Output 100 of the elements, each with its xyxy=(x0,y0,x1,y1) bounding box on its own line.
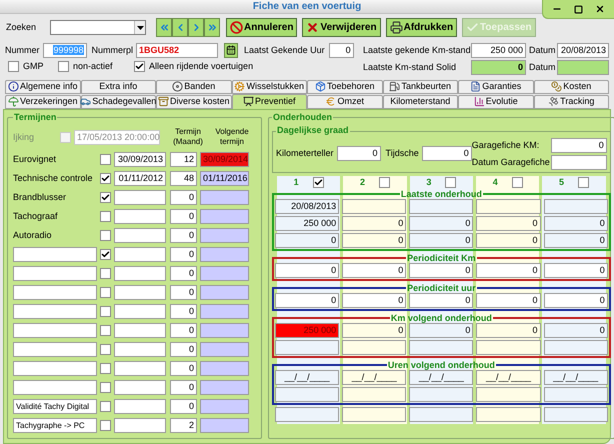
input-field[interactable] xyxy=(409,386,474,402)
input-field[interactable]: 0 xyxy=(170,228,197,244)
input-field[interactable]: 0 xyxy=(170,266,197,282)
input-field[interactable] xyxy=(114,304,166,320)
input-field[interactable]: 0 xyxy=(544,322,608,338)
input-field[interactable] xyxy=(13,342,97,358)
input-field[interactable]: 20/08/2013 xyxy=(275,198,340,214)
input-field[interactable]: 0 xyxy=(409,216,474,231)
checkbox[interactable] xyxy=(100,249,111,260)
input-field[interactable] xyxy=(200,323,249,338)
input-field[interactable] xyxy=(550,154,607,170)
input-field[interactable]: 0 xyxy=(409,322,474,338)
input-field[interactable]: 01/11/2012 xyxy=(114,171,166,186)
tab[interactable]: Algemene info xyxy=(5,80,80,94)
input-field[interactable] xyxy=(13,304,97,320)
checkbox[interactable] xyxy=(100,325,111,336)
checkbox[interactable] xyxy=(100,306,111,318)
input-field[interactable]: Validité Tachy Digital xyxy=(13,399,97,414)
input-field[interactable]: 1BGU582 xyxy=(136,42,218,58)
checkbox[interactable] xyxy=(58,61,69,72)
input-field[interactable] xyxy=(544,386,608,402)
input-field[interactable]: 0 xyxy=(170,380,197,396)
tab[interactable]: Wisselstukken xyxy=(232,80,307,94)
input-field[interactable] xyxy=(476,386,541,402)
input-field[interactable]: 0 xyxy=(476,232,541,248)
input-field[interactable] xyxy=(114,228,166,244)
input-field[interactable]: 0 xyxy=(170,304,197,320)
input-field[interactable] xyxy=(13,247,97,262)
checkbox[interactable] xyxy=(379,177,390,188)
tab[interactable]: Kosten xyxy=(534,80,609,94)
input-field[interactable] xyxy=(13,266,97,282)
input-field[interactable]: 0 xyxy=(476,216,541,231)
input-field[interactable] xyxy=(200,361,249,376)
input-field[interactable] xyxy=(275,406,340,422)
input-field[interactable] xyxy=(342,406,406,422)
input-field[interactable]: 0 xyxy=(342,322,406,338)
checkbox[interactable] xyxy=(100,363,111,374)
input-field[interactable]: 0 xyxy=(544,262,608,278)
input-field[interactable]: 0 xyxy=(409,262,474,278)
input-field[interactable] xyxy=(200,418,249,434)
checkbox[interactable] xyxy=(100,230,111,242)
input-field[interactable]: 0 xyxy=(170,247,197,262)
input-field[interactable]: 48 xyxy=(170,171,197,186)
input-field[interactable] xyxy=(200,304,249,320)
tab[interactable]: Preventief xyxy=(232,94,307,109)
input-field[interactable]: 0 xyxy=(170,209,197,224)
input-field[interactable] xyxy=(200,342,249,358)
toolbar-button[interactable]: Annuleren xyxy=(226,18,298,38)
input-field[interactable] xyxy=(476,198,541,214)
toolbar-button[interactable]: Afdrukken xyxy=(386,18,458,38)
input-field[interactable] xyxy=(200,228,249,244)
input-field[interactable] xyxy=(200,190,249,206)
checkbox[interactable] xyxy=(100,154,111,166)
input-field[interactable]: 0 xyxy=(328,42,354,58)
checkbox[interactable] xyxy=(100,211,111,222)
input-field[interactable] xyxy=(114,342,166,358)
input-field[interactable] xyxy=(200,247,249,262)
input-field[interactable]: 0 xyxy=(476,292,541,308)
tab[interactable]: Extra info xyxy=(80,80,156,94)
input-field[interactable]: __/__/____ xyxy=(476,370,541,385)
input-field[interactable] xyxy=(544,198,608,214)
input-field[interactable] xyxy=(114,285,166,300)
input-field[interactable]: 0 xyxy=(170,342,197,358)
input-field[interactable] xyxy=(544,340,608,355)
nav-button[interactable] xyxy=(188,18,204,38)
checkbox[interactable] xyxy=(100,344,111,356)
tab[interactable]: Tankbeurten xyxy=(382,80,458,94)
input-field[interactable] xyxy=(200,380,249,396)
input-field[interactable] xyxy=(409,340,474,355)
input-field[interactable]: 0 xyxy=(170,323,197,338)
input-field[interactable] xyxy=(13,361,97,376)
input-field[interactable]: 0 xyxy=(275,232,340,248)
input-field[interactable] xyxy=(200,399,249,414)
input-field[interactable]: __/__/____ xyxy=(544,370,608,385)
input-field[interactable]: 0 xyxy=(275,292,340,308)
tab[interactable]: Schadegevallen xyxy=(80,94,156,109)
input-field[interactable]: Tachygraphe -> PC xyxy=(13,418,97,434)
input-field[interactable] xyxy=(476,406,541,422)
input-field[interactable]: 2 xyxy=(170,418,197,434)
checkbox[interactable] xyxy=(100,287,111,298)
input-field[interactable] xyxy=(114,380,166,396)
nav-button[interactable] xyxy=(156,18,172,38)
input-field[interactable]: 12 xyxy=(170,152,197,168)
search-combo[interactable] xyxy=(50,20,146,36)
input-field[interactable]: 0 xyxy=(476,322,541,338)
input-field[interactable] xyxy=(409,198,474,214)
input-field[interactable]: __/__/____ xyxy=(275,370,340,385)
tab[interactable]: Omzet xyxy=(307,94,382,109)
input-field[interactable]: 0 xyxy=(342,216,406,231)
tab[interactable]: Diverse kosten xyxy=(156,94,232,109)
input-field[interactable]: 0 xyxy=(544,292,608,308)
nav-button[interactable] xyxy=(172,18,188,38)
calendar-button[interactable] xyxy=(224,42,238,58)
nav-button[interactable] xyxy=(204,18,220,38)
input-field[interactable] xyxy=(200,285,249,300)
input-field[interactable]: 30/09/2013 xyxy=(114,152,166,168)
input-field[interactable]: __/__/____ xyxy=(409,370,474,385)
tab[interactable]: Kilometerstand xyxy=(382,94,458,109)
input-field[interactable] xyxy=(114,418,166,434)
tab[interactable]: Verzekeringen xyxy=(5,94,80,109)
